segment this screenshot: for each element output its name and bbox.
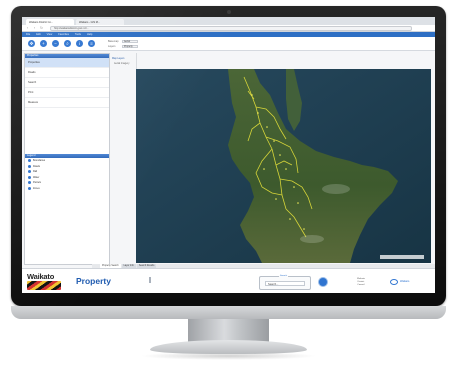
page-title: Property (76, 276, 111, 286)
refresh-icon[interactable]: ↻ (39, 26, 44, 31)
layers-label: Layers (108, 45, 116, 48)
scale-bar (380, 255, 424, 259)
menu-tools[interactable]: Tools (75, 33, 81, 36)
forward-icon[interactable]: › (32, 26, 37, 31)
legend-label: Boundaries (33, 159, 46, 163)
legend-label: Zones (33, 186, 40, 190)
menu-help[interactable]: Help (87, 33, 92, 36)
legend-swatch (28, 181, 31, 185)
monitor-stand-neck (188, 319, 269, 342)
council-logo: Waikato (27, 272, 65, 291)
screen: Waikato District Co... Waikato - GIS M..… (22, 17, 435, 293)
monitor-chin (11, 306, 446, 319)
tree-item[interactable]: Aerial Imagery (114, 62, 129, 65)
sidebar-item-search[interactable]: Search (25, 78, 109, 88)
legend-label: Rail (33, 170, 38, 174)
search-legend: Search (279, 275, 288, 277)
zoom-out-icon[interactable]: − (52, 40, 59, 47)
layer-tree-panel: Map Layers Aerial Imagery (110, 53, 137, 263)
tree-item[interactable]: Map Layers (112, 57, 125, 60)
identify-icon[interactable]: i (76, 40, 83, 47)
map-toolbar: ✥ + − ⌕ i ≡ Basemap Aerial Layers Proper… (22, 37, 435, 51)
legend-swatch (28, 159, 31, 163)
footer-bar: Waikato Property Search Search... Waikat… (22, 268, 435, 293)
layers-icon[interactable]: ≡ (88, 40, 95, 47)
legend-swatch (28, 170, 31, 174)
url-field[interactable]: http://waikatodistrict.govt.nz/... (50, 26, 412, 31)
legend-swatch (28, 186, 31, 190)
legend-label: Parcels (33, 181, 41, 185)
search-go-button[interactable] (318, 277, 328, 287)
aerial-map (136, 69, 431, 263)
legend-label: Roads (33, 164, 40, 168)
property-search-input[interactable]: Search... (265, 281, 305, 286)
address-bar: ‹ › ↻ http://waikatodistrict.govt.nz/... (22, 25, 435, 32)
zoom-in-icon[interactable]: + (40, 40, 47, 47)
footer-info: Waikato District Council (357, 278, 365, 287)
layers-select[interactable]: Property (122, 44, 138, 48)
browser-tabbar: Waikato District Co... Waikato - GIS M..… (22, 17, 435, 25)
logo-stripes (27, 281, 61, 290)
sidebar-item-measure[interactable]: Measure (25, 98, 109, 108)
legend-swatch (28, 175, 31, 179)
menu-favorites[interactable]: Favorites (58, 33, 69, 36)
menu-edit[interactable]: Edit (36, 33, 40, 36)
legend-swatch (28, 164, 31, 168)
menu-file[interactable]: File (26, 33, 30, 36)
sidebar-item-properties[interactable]: Properties (25, 58, 109, 68)
map-canvas[interactable] (136, 69, 431, 263)
legend-panel: Legend Boundaries Roads Rail Water Parce… (25, 154, 109, 191)
menu-view[interactable]: View (47, 33, 53, 36)
gov-logo-icon (390, 279, 398, 285)
monitor-stand-base (150, 340, 307, 354)
legend-label: Water (33, 175, 40, 179)
footer-line: Council (357, 284, 365, 286)
info-icon[interactable] (149, 277, 151, 283)
property-search-group: Search Search... (259, 275, 311, 290)
logo-text: Waikato (27, 272, 55, 281)
back-icon[interactable]: ‹ (25, 26, 30, 31)
pan-icon[interactable]: ✥ (28, 40, 35, 47)
sidebar-item-roads[interactable]: Roads (25, 68, 109, 78)
basemap-select[interactable]: Aerial (122, 39, 138, 43)
sidebar-item-print[interactable]: Print (25, 88, 109, 98)
camera-dot (227, 10, 231, 14)
gov-logo-text: Waikato (400, 280, 410, 283)
search-icon[interactable]: ⌕ (64, 40, 71, 47)
basemap-label: Basemap (108, 40, 119, 43)
left-sidebar: Properties Properties Roads Search Print… (24, 53, 110, 265)
legend-item[interactable]: Zones (25, 186, 109, 192)
